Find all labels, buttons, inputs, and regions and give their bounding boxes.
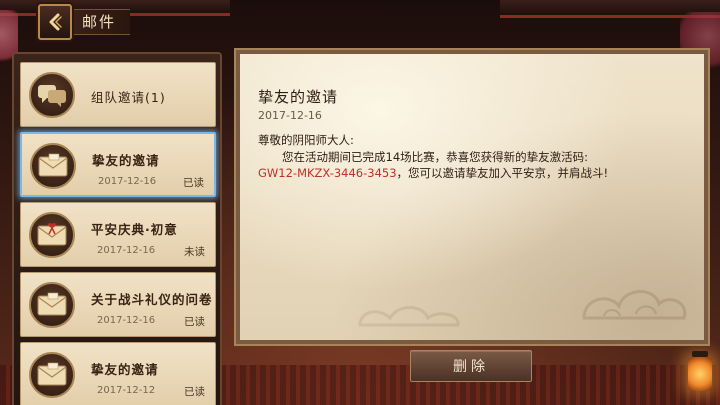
mail-title: 平安庆典·初意 xyxy=(91,222,178,237)
mail-title: 组队邀请(1) xyxy=(91,90,166,105)
envelope-icon xyxy=(29,352,75,398)
page-title: 邮件 xyxy=(74,9,131,35)
mail-status: 已读 xyxy=(183,177,204,189)
letter-panel: 挚友的邀请 2017-12-16 尊敬的阴阳师大人: 您在活动期间已完成14场比… xyxy=(234,48,710,346)
mail-title: 挚友的邀请 xyxy=(92,153,160,168)
delete-button[interactable]: 删除 xyxy=(410,350,532,382)
back-arrow-icon xyxy=(49,13,62,31)
mail-title: 关于战斗礼仪的问卷 xyxy=(91,292,213,307)
letter-date: 2017-12-16 xyxy=(258,109,322,122)
mail-item-survey[interactable]: 关于战斗礼仪的问卷 2017-12-16 已读 xyxy=(20,272,216,337)
letter-greeting: 尊敬的阴阳师大人: xyxy=(258,133,354,147)
activation-code[interactable]: GW12-MKZX-3446-3453 xyxy=(258,166,397,180)
envelope-icon xyxy=(29,282,75,328)
mail-date: 2017-12-16 xyxy=(97,315,156,326)
letter-title: 挚友的邀请 xyxy=(258,88,339,106)
mail-status: 未读 xyxy=(184,246,205,258)
letter-paragraph: 您在活动期间已完成14场比赛，恭喜您获得新的挚友激活码: GW12-MKZX-34… xyxy=(258,149,686,182)
mail-item-group-invite[interactable]: 组队邀请(1) xyxy=(20,62,216,127)
letter-paper: 挚友的邀请 2017-12-16 尊敬的阴阳师大人: 您在活动期间已完成14场比… xyxy=(240,54,704,340)
letter-line: ，您可以邀请挚友加入平安京，并肩战斗! xyxy=(396,166,609,180)
letter-line: 您在活动期间已完成14场比赛，恭喜您获得新的挚友激活码: xyxy=(282,149,589,164)
mail-title: 挚友的邀请 xyxy=(91,362,159,377)
mail-date: 2017-12-16 xyxy=(98,176,157,187)
envelope-icon xyxy=(30,143,76,189)
gift-envelope-icon xyxy=(29,212,75,258)
mail-date: 2017-12-16 xyxy=(97,245,156,256)
mail-status: 已读 xyxy=(184,386,205,398)
mail-status: 已读 xyxy=(184,316,205,328)
chat-bubbles-icon xyxy=(29,72,75,118)
mail-item-festival[interactable]: 平安庆典·初意 2017-12-16 未读 xyxy=(20,202,216,267)
mail-list-panel: 组队邀请(1) 挚友的邀请 2017-12-16 已读 平安庆典·初意 2017… xyxy=(12,52,222,405)
mail-item-friend-invite-2[interactable]: 挚友的邀请 2017-12-12 已读 xyxy=(20,342,216,405)
back-button[interactable] xyxy=(38,4,72,40)
header: 邮件 xyxy=(0,0,160,40)
letter-body: 尊敬的阴阳师大人: 您在活动期间已完成14场比赛，恭喜您获得新的挚友激活码: GW… xyxy=(258,132,686,182)
cloud-watermark-icon xyxy=(358,306,460,327)
mail-item-friend-invite[interactable]: 挚友的邀请 2017-12-16 已读 xyxy=(20,132,216,197)
cloud-watermark-icon xyxy=(582,290,687,320)
lantern-icon xyxy=(688,351,712,391)
mail-date: 2017-12-12 xyxy=(97,385,156,396)
